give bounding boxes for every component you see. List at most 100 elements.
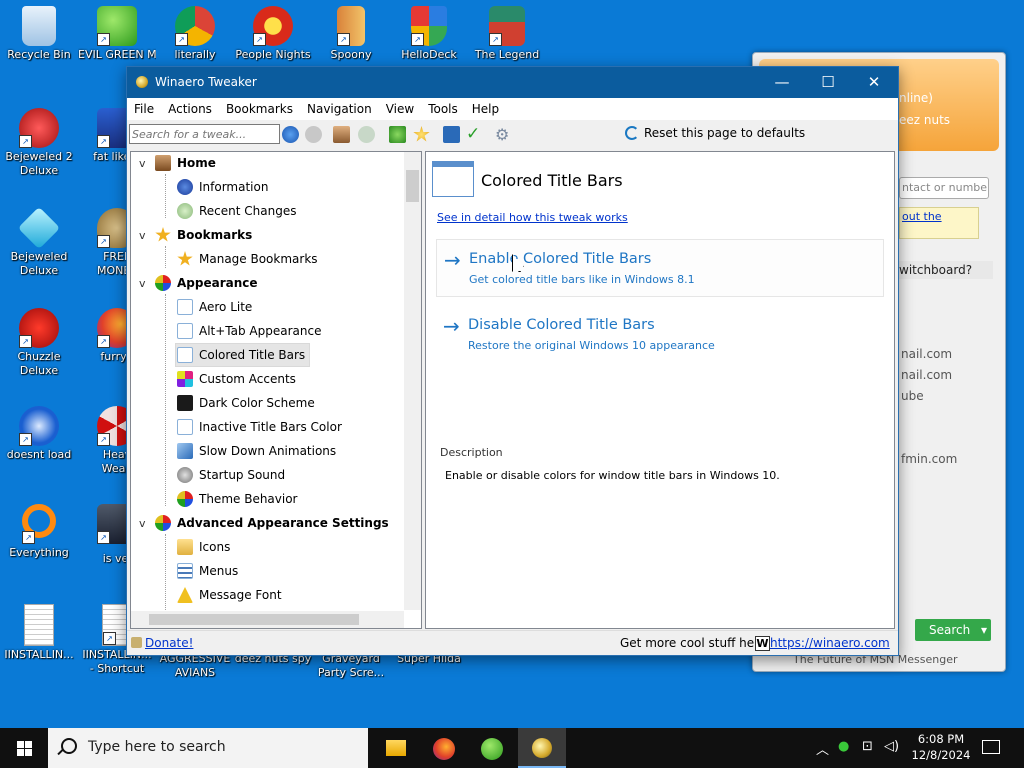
desktop-icon-doesnt-load[interactable]: ↗ doesnt load <box>0 406 78 462</box>
reset-defaults-button[interactable]: Reset this page to defaults <box>625 126 805 140</box>
msn-contact-row[interactable]: fmin.com <box>901 452 957 466</box>
tweak-tree[interactable]: v Home Information Recent Changes v Book… <box>130 151 422 629</box>
chevron-down-icon[interactable]: v <box>139 157 146 170</box>
tree-node-startup-sound[interactable]: Startup Sound <box>177 464 285 486</box>
shortcut-arrow-icon: ↗ <box>19 433 32 446</box>
settings-gear-icon[interactable]: ⚙ <box>495 126 512 143</box>
tree-node-home[interactable]: Home <box>155 152 216 174</box>
desktop-icon-literally[interactable]: ↗ literally <box>156 6 234 62</box>
menu-icon <box>177 563 193 579</box>
tree-node-recent-changes[interactable]: Recent Changes <box>177 200 296 222</box>
tree-node-theme-behavior[interactable]: Theme Behavior <box>177 488 298 510</box>
desktop-icon-everything[interactable]: ↗ Everything <box>0 504 78 560</box>
menu-navigation[interactable]: Navigation <box>300 98 379 116</box>
thunderbird-icon: ↗ <box>19 406 59 446</box>
shortcut-arrow-icon: ↗ <box>97 135 110 148</box>
network-icon[interactable]: ⊡ <box>862 739 873 754</box>
desktop-icon-evil-green-men[interactable]: ↗ EVIL GREEN MEN C <box>78 6 156 62</box>
msn-status[interactable]: nline) <box>899 91 933 105</box>
desktop-icon-aggressive-avians[interactable]: AGGRESSIVE AVIANS <box>156 652 234 680</box>
shortcut-icon[interactable] <box>443 126 460 143</box>
start-button[interactable] <box>0 728 48 768</box>
taskbar-msn-messenger[interactable] <box>468 728 516 768</box>
menu-bookmarks[interactable]: Bookmarks <box>219 98 300 116</box>
winaero-logo-icon: W <box>755 636 770 651</box>
tree-horizontal-scrollbar[interactable] <box>131 611 404 628</box>
msn-search-button[interactable]: Search ▾ <box>915 619 991 641</box>
title-bar[interactable]: Winaero Tweaker — ☐ ✕ <box>127 67 898 98</box>
desktop-icon-bejeweled-2[interactable]: ↗ Bejeweled 2 Deluxe <box>0 108 78 178</box>
msn-nickname[interactable]: eez nuts <box>899 113 950 127</box>
msn-tray-icon[interactable]: ● <box>838 739 849 754</box>
text-file-icon <box>24 604 54 646</box>
tree-node-slow-down-animations[interactable]: Slow Down Animations <box>177 440 336 462</box>
taskbar-winaero-tweaker[interactable] <box>518 728 566 768</box>
desktop-icon-the-legend[interactable]: ↗ The Legend <box>468 6 546 62</box>
tree-node-bookmarks[interactable]: Bookmarks <box>155 224 252 246</box>
apply-check-icon[interactable]: ✓ <box>466 126 483 143</box>
scrollbar-thumb[interactable] <box>406 170 419 202</box>
speaker-icon <box>177 467 193 483</box>
msn-banner-link[interactable]: out the <box>902 210 942 223</box>
desktop-icon-hellodeck[interactable]: ↗ HelloDeck <box>390 6 468 62</box>
winaero-link[interactable]: https://winaero.com <box>770 636 890 650</box>
msn-search-contacts-input[interactable]: ntact or numbe <box>899 177 989 199</box>
desktop-icon-people-nights[interactable]: ↗ People Nights <box>234 6 312 62</box>
menu-actions[interactable]: Actions <box>161 98 219 116</box>
refresh-icon[interactable] <box>358 126 375 143</box>
tree-node-advanced-appearance[interactable]: Advanced Appearance Settings <box>155 512 389 534</box>
tree-node-menus[interactable]: Menus <box>177 560 238 582</box>
winaero-tweaker-window[interactable]: Winaero Tweaker — ☐ ✕ File Actions Bookmar… <box>126 66 899 656</box>
menu-file[interactable]: File <box>127 98 161 116</box>
scrollbar-thumb[interactable] <box>149 614 359 625</box>
taskbar-firefox[interactable] <box>420 728 468 768</box>
taskbar: Type here to search ︿ ● ⊡ ◁) 6:08 PM 12/… <box>0 728 1024 768</box>
add-bookmark-icon[interactable] <box>389 126 406 143</box>
tree-node-message-font[interactable]: Message Font <box>177 584 282 606</box>
desktop-icon-bejeweled[interactable]: Bejeweled Deluxe <box>0 206 78 278</box>
menu-help[interactable]: Help <box>465 98 506 116</box>
tree-node-custom-accents[interactable]: Custom Accents <box>177 368 296 390</box>
bookmark-star-icon[interactable] <box>413 126 430 142</box>
volume-icon[interactable]: ◁) <box>884 739 899 754</box>
menu-tools[interactable]: Tools <box>421 98 465 116</box>
taskbar-clock[interactable]: 6:08 PM 12/8/2024 <box>906 731 976 763</box>
tree-node-dark-color-scheme[interactable]: Dark Color Scheme <box>177 392 315 414</box>
desktop-icon-spoony[interactable]: ↗ Spoony <box>312 6 390 62</box>
close-button[interactable]: ✕ <box>851 67 897 98</box>
tweak-search-input[interactable] <box>129 124 280 144</box>
home-icon[interactable] <box>333 126 350 143</box>
tree-vertical-scrollbar[interactable] <box>404 152 421 610</box>
tree-node-appearance[interactable]: Appearance <box>155 272 258 294</box>
desktop-icon-installing[interactable]: IINSTALLIN... <box>0 604 78 662</box>
taskbar-file-explorer[interactable] <box>372 728 420 768</box>
chevron-down-icon[interactable]: v <box>139 517 146 530</box>
donate-link[interactable]: Donate! <box>145 636 193 650</box>
msn-contact-row[interactable]: ube <box>901 389 924 403</box>
enable-colored-title-bars-button[interactable]: → Enable Colored Title Bars Get colored … <box>436 239 884 297</box>
forward-arrow-icon[interactable] <box>305 126 322 143</box>
tree-node-colored-title-bars[interactable]: Colored Title Bars <box>175 343 311 367</box>
tree-node-alt-tab[interactable]: Alt+Tab Appearance <box>177 320 321 342</box>
desktop-icon-graveyard-party[interactable]: Graveyard Party Scre... <box>312 652 390 680</box>
taskbar-search-box[interactable]: Type here to search <box>48 728 368 768</box>
msn-contact-row[interactable]: nail.com <box>901 368 952 382</box>
desktop-icon-chuzzle[interactable]: ↗ Chuzzle Deluxe <box>0 308 78 378</box>
back-arrow-icon[interactable] <box>282 126 299 143</box>
see-details-link[interactable]: See in detail how this tweak works <box>437 211 628 224</box>
show-hidden-icons-icon[interactable]: ︿ <box>816 739 829 758</box>
minimize-button[interactable]: — <box>759 67 805 98</box>
desktop-icon-recycle-bin[interactable]: Recycle Bin <box>0 6 78 62</box>
notifications-icon[interactable] <box>982 740 1000 754</box>
tree-node-inactive-title-bars[interactable]: Inactive Title Bars Color <box>177 416 342 438</box>
tree-node-icons[interactable]: Icons <box>177 536 230 558</box>
chevron-down-icon[interactable]: v <box>139 229 146 242</box>
chevron-down-icon[interactable]: v <box>139 277 146 290</box>
tree-node-information[interactable]: Information <box>177 176 268 198</box>
disable-colored-title-bars-button[interactable]: → Disable Colored Title Bars Restore the… <box>436 306 882 362</box>
menu-view[interactable]: View <box>379 98 421 116</box>
tree-node-manage-bookmarks[interactable]: Manage Bookmarks <box>177 248 318 270</box>
maximize-button[interactable]: ☐ <box>805 67 851 98</box>
msn-contact-row[interactable]: nail.com <box>901 347 952 361</box>
tree-node-aero-lite[interactable]: Aero Lite <box>177 296 252 318</box>
